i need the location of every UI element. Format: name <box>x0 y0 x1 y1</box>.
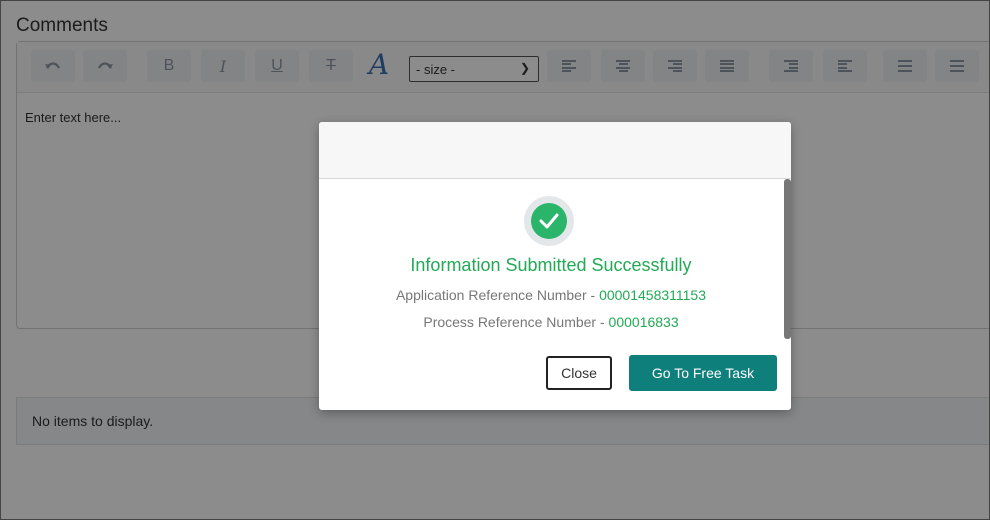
process-reference-value: 000016833 <box>608 314 679 330</box>
check-circle-icon <box>531 203 567 239</box>
process-reference-label: Process Reference Number - <box>423 314 609 330</box>
application-reference-value: 00001458311153 <box>599 287 707 303</box>
go-to-free-task-button[interactable]: Go To Free Task <box>629 355 777 391</box>
dialog-header <box>319 122 791 179</box>
screen: Comments B I U T A - size - ❯ Enter text… <box>0 0 990 520</box>
close-button[interactable]: Close <box>546 356 612 390</box>
process-reference: Process Reference Number - 000016833 <box>319 314 783 330</box>
success-icon <box>524 196 574 246</box>
application-reference: Application Reference Number - 000014583… <box>319 287 783 303</box>
dialog-body: Information Submitted Successfully Appli… <box>319 179 791 410</box>
application-reference-label: Application Reference Number - <box>395 287 600 303</box>
success-dialog: Information Submitted Successfully Appli… <box>319 122 791 410</box>
success-message: Information Submitted Successfully <box>410 255 692 275</box>
